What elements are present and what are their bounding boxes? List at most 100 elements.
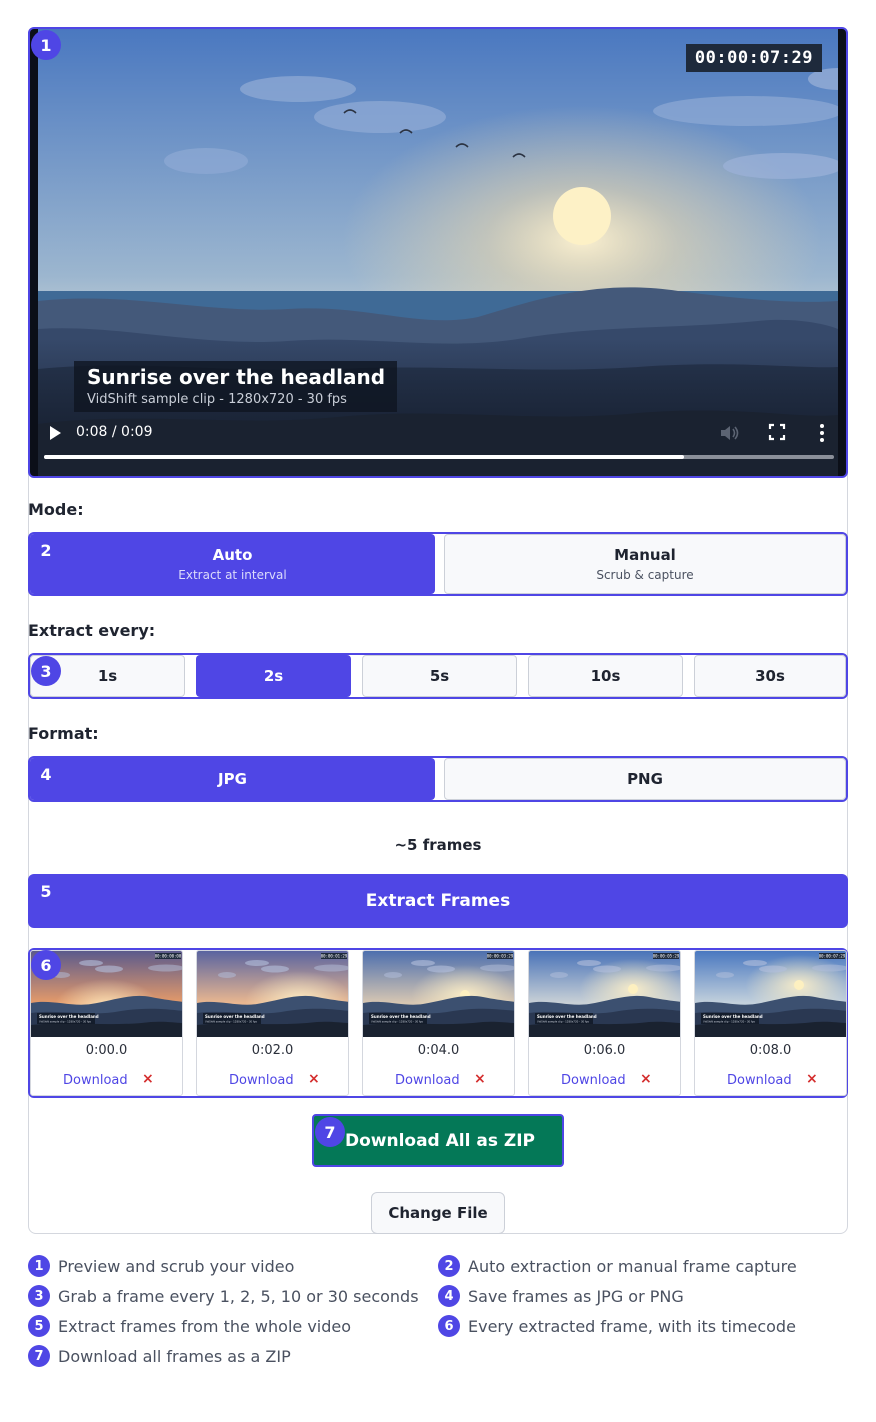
interval-label: Extract every: xyxy=(28,621,156,640)
thumb-title: Sunrise over the headland xyxy=(537,1014,597,1019)
interval-2s-label: 2s xyxy=(263,667,284,685)
legend-badge: 4 xyxy=(438,1285,460,1307)
thumb-subtitle: VidShift sample clip - 1280x720 - 30 fps xyxy=(703,1020,756,1024)
step-badge-5: 5 xyxy=(40,881,52,901)
interval-2s-button[interactable]: 2s xyxy=(196,655,351,697)
format-png-button[interactable]: PNG xyxy=(444,758,846,800)
fullscreen-icon[interactable] xyxy=(768,423,786,441)
format-jpg-button[interactable]: JPG xyxy=(30,758,435,800)
thumb-subtitle: VidShift sample clip - 1280x720 - 30 fps xyxy=(371,1020,424,1024)
interval-selector: 1s 2s 5s 10s 30s xyxy=(28,653,848,699)
thumb-subtitle: VidShift sample clip - 1280x720 - 30 fps xyxy=(39,1020,92,1024)
frame-timecode: 0:06.0 xyxy=(583,1043,626,1058)
interval-10s-label: 10s xyxy=(590,667,621,685)
video-caption: Sunrise over the headland VidShift sampl… xyxy=(74,361,398,412)
thumb-subtitle: VidShift sample clip - 1280x720 - 30 fps xyxy=(205,1020,258,1024)
play-icon[interactable] xyxy=(48,425,62,441)
mode-manual-button[interactable]: Manual Scrub & capture xyxy=(444,534,846,594)
more-icon[interactable] xyxy=(817,422,827,444)
frame-card: 00:00:03:29 Sunrise over the headland VidS… xyxy=(362,950,515,1096)
video-controls: 0:08 / 0:09 xyxy=(30,409,846,476)
legend-text: Save frames as JPG or PNG xyxy=(468,1286,684,1306)
frame-remove-button[interactable]: × xyxy=(142,1071,154,1087)
legend-text: Extract frames from the whole video xyxy=(58,1316,352,1336)
mode-manual-sub: Scrub & capture xyxy=(596,568,694,582)
download-zip-button[interactable]: Download All as ZIP xyxy=(312,1114,564,1167)
interval-1s-label: 1s xyxy=(97,667,118,685)
change-file-button[interactable]: Change File xyxy=(371,1192,505,1234)
legend-badge: 5 xyxy=(28,1315,50,1337)
video-title: Sunrise over the headland xyxy=(87,365,386,389)
legend-badge: 3 xyxy=(28,1285,50,1307)
seek-bar[interactable] xyxy=(44,455,834,459)
interval-5s-button[interactable]: 5s xyxy=(362,655,517,697)
legend-item: 2 Auto extraction or manual frame capture xyxy=(438,1255,797,1277)
legend-badge: 2 xyxy=(438,1255,460,1277)
frame-thumbnail: 00:00:03:29 Sunrise over the headlandVidS… xyxy=(363,951,514,1037)
frame-thumbnail: 00:00:07:29 Sunrise over the headlandVidS… xyxy=(695,951,846,1037)
legend-text: Every extracted frame, with its timecode xyxy=(468,1316,796,1336)
thumb-title: Sunrise over the headland xyxy=(371,1014,431,1019)
mode-auto-sub: Extract at interval xyxy=(178,568,287,582)
interval-30s-label: 30s xyxy=(755,667,785,685)
video-subtitle: VidShift sample clip - 1280x720 - 30 fps xyxy=(87,392,347,407)
video-player[interactable]: 00:00:07:29 Sunrise over the headland Vi… xyxy=(28,27,848,478)
legend-item: 3 Grab a frame every 1, 2, 5, 10 or 30 se… xyxy=(28,1285,419,1307)
interval-5s-label: 5s xyxy=(429,667,450,685)
frame-download-link[interactable]: Download xyxy=(229,1073,294,1088)
frames-gallery: 00:00:00:00 Sunrise over the headland VidS… xyxy=(28,948,848,1098)
thumb-timecode: 00:00:00:00 xyxy=(155,954,182,959)
seek-bar-progress xyxy=(44,455,684,459)
thumb-timecode: 00:00:01:29 xyxy=(321,954,348,959)
mode-auto-button[interactable]: Auto Extract at interval xyxy=(30,534,435,594)
legend-text: Auto extraction or manual frame capture xyxy=(468,1256,797,1276)
format-selector: JPG PNG xyxy=(28,756,848,802)
mode-label: Mode: xyxy=(28,500,84,519)
frame-remove-button[interactable]: × xyxy=(308,1071,320,1087)
legend-item: 6 Every extracted frame, with its timecod… xyxy=(438,1315,796,1337)
legend-item: 4 Save frames as JPG or PNG xyxy=(438,1285,684,1307)
format-label: Format: xyxy=(28,724,99,743)
mode-auto-label: Auto xyxy=(212,546,253,564)
legend-badge: 7 xyxy=(28,1345,50,1367)
interval-10s-button[interactable]: 10s xyxy=(528,655,683,697)
frame-download-link[interactable]: Download xyxy=(727,1073,792,1088)
thumb-timecode: 00:00:03:29 xyxy=(487,954,514,959)
format-jpg-label: JPG xyxy=(218,770,247,788)
legend-item: 7 Download all frames as a ZIP xyxy=(28,1345,291,1367)
frame-download-link[interactable]: Download xyxy=(395,1073,460,1088)
frame-estimate: ~5 frames xyxy=(394,836,482,854)
format-png-label: PNG xyxy=(627,770,663,788)
thumb-timecode: 00:00:07:29 xyxy=(819,954,846,959)
thumb-title: Sunrise over the headland xyxy=(205,1014,265,1019)
video-timecode: 00:00:07:29 xyxy=(685,44,822,72)
legend-item: 5 Extract frames from the whole video xyxy=(28,1315,351,1337)
thumb-subtitle: VidShift sample clip - 1280x720 - 30 fps xyxy=(537,1020,590,1024)
interval-30s-button[interactable]: 30s xyxy=(694,655,846,697)
legend-badge: 6 xyxy=(438,1315,460,1337)
frame-timecode: 0:08.0 xyxy=(749,1043,792,1058)
step-badge-3: 3 xyxy=(31,656,61,686)
extract-frames-button[interactable]: Extract Frames xyxy=(28,874,848,928)
frame-card: 00:00:05:29 Sunrise over the headland VidS… xyxy=(528,950,681,1096)
frame-remove-button[interactable]: × xyxy=(474,1071,486,1087)
frame-thumbnail: 00:00:01:29 Sunrise over the headlandVidS… xyxy=(197,951,348,1037)
frame-card: 00:00:07:29 Sunrise over the headland VidS… xyxy=(694,950,847,1096)
frame-download-link[interactable]: Download xyxy=(63,1073,128,1088)
volume-icon[interactable] xyxy=(718,422,740,444)
mode-selector: Auto Extract at interval Manual Scrub & … xyxy=(28,532,848,596)
frame-timecode: 0:04.0 xyxy=(417,1043,460,1058)
thumb-title: Sunrise over the headland xyxy=(703,1014,763,1019)
frame-download-link[interactable]: Download xyxy=(561,1073,626,1088)
video-time: 0:08 / 0:09 xyxy=(76,424,153,440)
legend-text: Preview and scrub your video xyxy=(58,1256,295,1276)
thumb-timecode: 00:00:05:29 xyxy=(653,954,680,959)
step-badge-2: 2 xyxy=(40,540,52,560)
legend-item: 1 Preview and scrub your video xyxy=(28,1255,294,1277)
frame-card: 00:00:01:29 Sunrise over the headland VidS… xyxy=(196,950,349,1096)
frame-remove-button[interactable]: × xyxy=(640,1071,652,1087)
frame-remove-button[interactable]: × xyxy=(806,1071,818,1087)
frame-timecode: 0:02.0 xyxy=(251,1043,294,1058)
mode-manual-label: Manual xyxy=(614,546,676,564)
legend-badge: 1 xyxy=(28,1255,50,1277)
